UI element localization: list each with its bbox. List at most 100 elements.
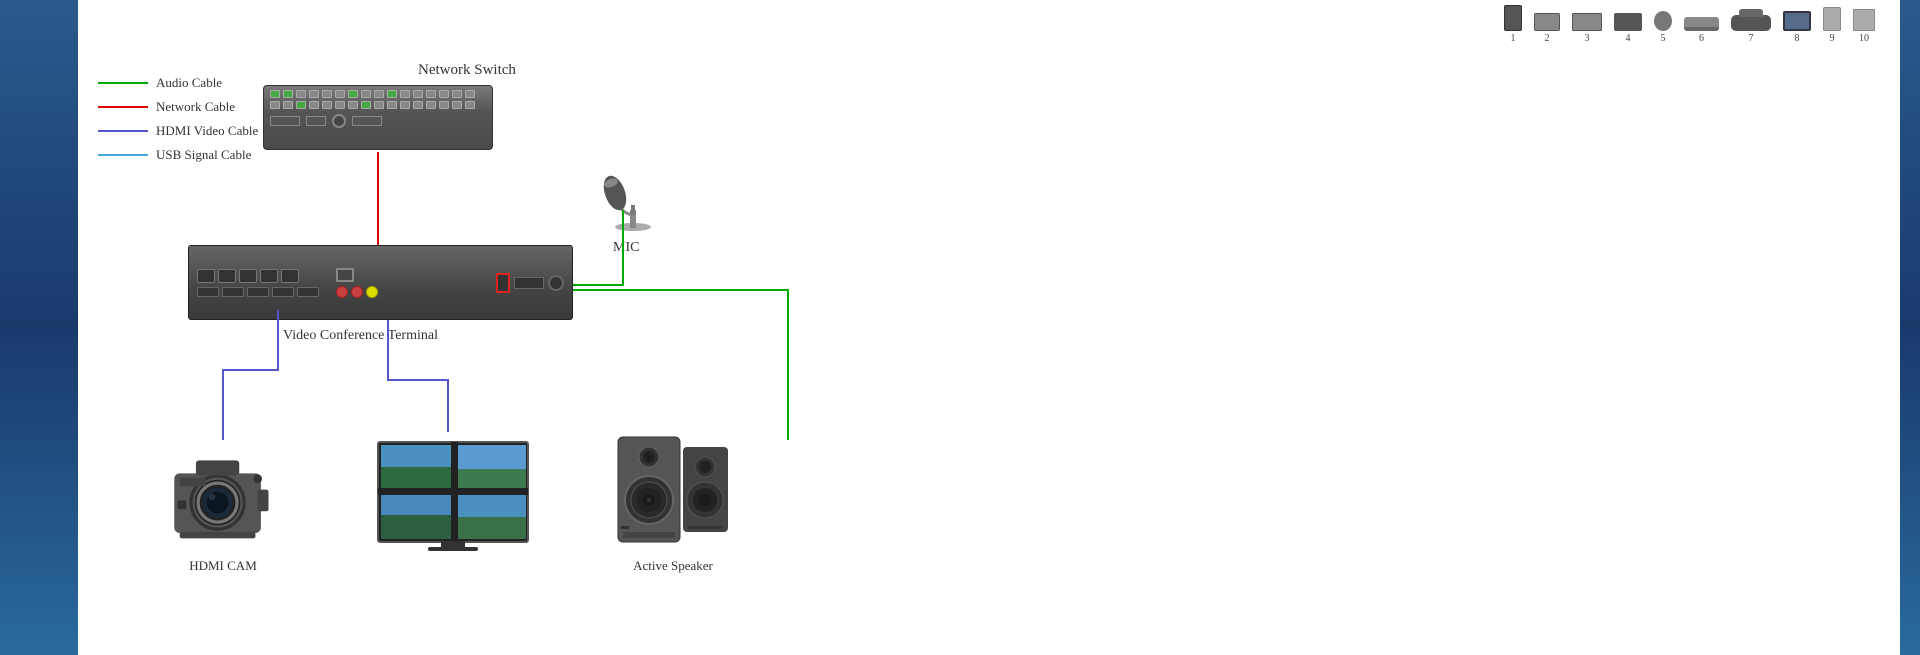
vct-hdmi-port	[247, 287, 269, 297]
legend-usb: USB Signal Cable	[98, 147, 258, 163]
vct-label: Video Conference Terminal	[283, 328, 438, 344]
audio-cable-line	[98, 82, 148, 84]
switch-port	[426, 90, 436, 98]
switch-port	[413, 90, 423, 98]
switch-port	[335, 101, 345, 109]
device-num-10: 10	[1859, 33, 1869, 44]
vct-audio-jack	[548, 275, 564, 291]
switch-port	[413, 101, 423, 109]
device-num-5: 5	[1661, 33, 1666, 44]
device-10: 10	[1853, 9, 1875, 44]
vct-port	[197, 269, 215, 283]
vct-port	[239, 269, 257, 283]
vct-rca-yellow	[366, 286, 378, 298]
vct-hdmi-port	[297, 287, 319, 297]
switch-port	[270, 101, 280, 109]
switch-port	[296, 90, 306, 98]
device-num-4: 4	[1626, 33, 1631, 44]
switch-port	[439, 90, 449, 98]
switch-button	[332, 114, 346, 128]
vct-hdmi-port	[272, 287, 294, 297]
switch-connector	[306, 116, 326, 126]
vct-serial-port	[514, 277, 544, 289]
vct-ethernet	[336, 268, 354, 282]
switch-port	[400, 90, 410, 98]
switch-port	[439, 101, 449, 109]
speaker-icon	[608, 432, 738, 552]
legend-network: Network Cable	[98, 99, 258, 115]
vct-port	[260, 269, 278, 283]
switch-port	[465, 90, 475, 98]
device-num-2: 2	[1545, 33, 1550, 44]
device-num-7: 7	[1749, 33, 1754, 44]
device-2: 2	[1534, 13, 1560, 44]
hdmi-cable-label: HDMI Video Cable	[156, 123, 258, 139]
vct-hdmi-port	[197, 287, 219, 297]
network-cable-label: Network Cable	[156, 99, 235, 115]
left-sidebar	[0, 0, 78, 655]
switch-port	[348, 90, 358, 98]
vct-port	[218, 269, 236, 283]
usb-cable-label: USB Signal Cable	[156, 147, 251, 163]
mic-icon	[593, 155, 673, 235]
switch-port	[374, 90, 384, 98]
switch-port	[387, 90, 397, 98]
network-cable-line	[98, 106, 148, 108]
switch-port	[309, 90, 319, 98]
device-9: 9	[1823, 7, 1841, 44]
switch-port	[309, 101, 319, 109]
speaker-label: Active Speaker	[608, 558, 738, 574]
hdmi-cam-icon	[158, 440, 288, 550]
device-num-8: 8	[1795, 33, 1800, 44]
top-device-strip: 1 2 3 4 5 6 7 8	[1504, 5, 1875, 44]
usb-cable-line	[98, 154, 148, 156]
switch-port	[465, 101, 475, 109]
device-num-6: 6	[1699, 33, 1704, 44]
vct-hdmi-port	[222, 287, 244, 297]
switch-connector	[270, 116, 300, 126]
vct-device	[188, 245, 573, 320]
switch-port	[283, 101, 293, 109]
device-3: 3	[1572, 13, 1602, 44]
legend-audio: Audio Cable	[98, 75, 258, 91]
switch-port	[322, 90, 332, 98]
switch-connector	[352, 116, 382, 126]
device-4: 4	[1614, 13, 1642, 44]
device-num-3: 3	[1585, 33, 1590, 44]
switch-port	[335, 90, 345, 98]
switch-port	[452, 90, 462, 98]
vct-rca-red2	[351, 286, 363, 298]
display-icon	[373, 432, 533, 562]
device-num-1: 1	[1511, 33, 1516, 44]
legend-hdmi: HDMI Video Cable	[98, 123, 258, 139]
vct-button	[496, 273, 510, 293]
switch-port	[296, 101, 306, 109]
switch-port	[400, 101, 410, 109]
switch-port	[361, 101, 371, 109]
switch-port	[426, 101, 436, 109]
switch-port	[374, 101, 384, 109]
vct-rca-red	[336, 286, 348, 298]
switch-port	[283, 90, 293, 98]
switch-port	[348, 101, 358, 109]
switch-port	[270, 90, 280, 98]
device-1: 1	[1504, 5, 1522, 44]
switch-port	[322, 101, 332, 109]
cam-label: HDMI CAM	[158, 558, 288, 574]
device-6: 6	[1684, 17, 1719, 44]
device-num-9: 9	[1830, 33, 1835, 44]
switch-port	[387, 101, 397, 109]
main-content: 1 2 3 4 5 6 7 8	[78, 0, 1900, 655]
right-sidebar	[1900, 0, 1920, 655]
switch-port	[361, 90, 371, 98]
device-8: 8	[1783, 11, 1811, 44]
mic-label: MIC	[613, 240, 639, 256]
network-switch-label: Network Switch	[418, 62, 516, 79]
legend: Audio Cable Network Cable HDMI Video Cab…	[98, 75, 258, 163]
vct-port	[281, 269, 299, 283]
network-switch-device	[263, 85, 493, 150]
audio-cable-label: Audio Cable	[156, 75, 222, 91]
switch-port	[452, 101, 462, 109]
device-7: 7	[1731, 15, 1771, 44]
device-5: 5	[1654, 11, 1672, 44]
